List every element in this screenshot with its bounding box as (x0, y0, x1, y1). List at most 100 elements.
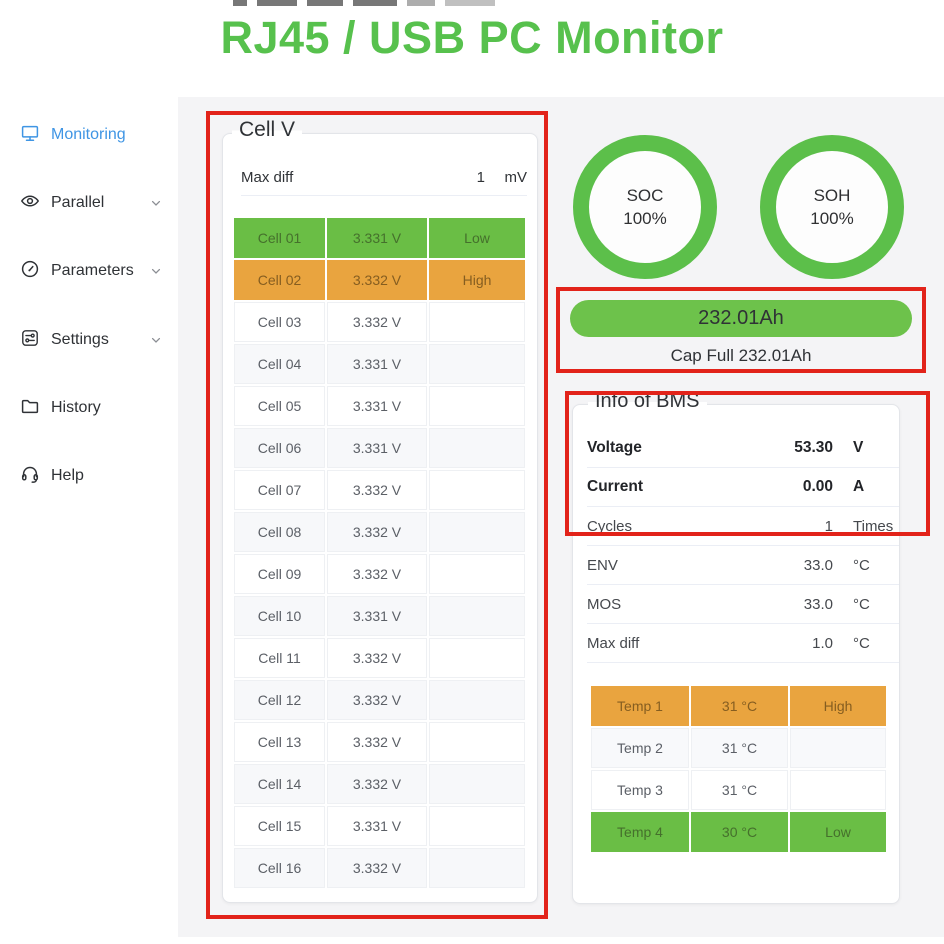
soc-gauge: SOC 100% (573, 135, 717, 279)
sidebar-item-history[interactable]: History (20, 393, 168, 423)
cell-name: Cell 02 (234, 260, 325, 300)
cell-status (429, 302, 525, 342)
sidebar-item-settings[interactable]: Settings (20, 325, 168, 355)
cell-status (429, 428, 525, 468)
temp-name: Temp 2 (591, 728, 689, 768)
sidebar-item-monitoring[interactable]: Monitoring (20, 120, 168, 150)
cell-name: Cell 10 (234, 596, 325, 636)
cell-row: Cell 16 3.332 V (234, 848, 527, 888)
cell-max-diff-unit: mV (485, 169, 527, 186)
temp-name: Temp 1 (591, 686, 689, 726)
bms-row-unit: °C (853, 557, 899, 574)
cell-row: Cell 09 3.332 V (234, 554, 527, 594)
bms-row-unit: A (853, 478, 899, 496)
cell-row: Cell 02 3.332 V High (234, 260, 527, 300)
cell-name: Cell 04 (234, 344, 325, 384)
cell-status (429, 344, 525, 384)
chevron-down-icon (150, 265, 162, 277)
temp-value: 31 °C (691, 770, 788, 810)
chevron-down-icon (150, 334, 162, 346)
cell-voltage: 3.331 V (327, 344, 427, 384)
cell-name: Cell 13 (234, 722, 325, 762)
cell-status: Low (429, 218, 525, 258)
bms-row-unit: V (853, 439, 899, 457)
temp-name: Temp 3 (591, 770, 689, 810)
cell-name: Cell 16 (234, 848, 325, 888)
gauge-icon (20, 259, 40, 284)
bms-panel-legend: Info of BMS (588, 390, 707, 413)
app-window: RJ45 / USB PC Monitor Monitoring Paralle… (0, 0, 944, 944)
chevron-down-icon (150, 197, 162, 209)
cell-status (429, 512, 525, 552)
cell-status (429, 596, 525, 636)
capacity-caption: Cap Full 232.01Ah (556, 346, 926, 366)
bms-info-row: Current 0.00 A (587, 468, 899, 507)
cell-max-diff-label: Max diff (241, 169, 293, 186)
capacity-box: 232.01Ah Cap Full 232.01Ah (556, 287, 926, 373)
cell-name: Cell 15 (234, 806, 325, 846)
bms-row-label: Cycles (587, 518, 763, 535)
cell-voltage: 3.331 V (327, 218, 427, 258)
cell-voltage: 3.332 V (327, 722, 427, 762)
soh-label: SOH (814, 186, 851, 206)
temp-row: Temp 4 30 °C Low (591, 812, 886, 852)
cell-name: Cell 03 (234, 302, 325, 342)
bms-info-rows: Voltage 53.30 V Current 0.00 A Cycles 1 … (587, 429, 899, 663)
soh-value: 100% (810, 209, 853, 229)
temp-name: Temp 4 (591, 812, 689, 852)
cell-status (429, 722, 525, 762)
cell-voltage-panel: Max diff 1 mV Cell 01 3.331 V Low Cell 0… (222, 133, 538, 903)
cell-max-diff-row: Max diff 1 mV (241, 160, 527, 196)
cell-row: Cell 06 3.331 V (234, 428, 527, 468)
cell-voltage: 3.332 V (327, 260, 427, 300)
cell-row: Cell 07 3.332 V (234, 470, 527, 510)
bms-info-row: Cycles 1 Times (587, 507, 899, 546)
capacity-caption-value: 232.01Ah (739, 346, 812, 365)
cell-name: Cell 05 (234, 386, 325, 426)
bms-row-label: Max diff (587, 635, 763, 652)
cell-name: Cell 09 (234, 554, 325, 594)
cell-row: Cell 13 3.332 V (234, 722, 527, 762)
cell-voltage: 3.332 V (327, 848, 427, 888)
cell-name: Cell 06 (234, 428, 325, 468)
sidebar-item-label: Parameters (51, 262, 134, 280)
cell-voltage: 3.331 V (327, 428, 427, 468)
cell-voltage: 3.331 V (327, 386, 427, 426)
bms-row-value: 1 (763, 518, 833, 535)
cell-panel-legend: Cell V (232, 118, 302, 142)
bms-row-unit: °C (853, 596, 899, 613)
cell-status (429, 638, 525, 678)
cell-max-diff-value: 1 (477, 169, 485, 186)
sidebar-item-label: History (51, 399, 101, 417)
cell-voltage: 3.332 V (327, 554, 427, 594)
cell-name: Cell 11 (234, 638, 325, 678)
cell-status (429, 386, 525, 426)
temp-status: High (790, 686, 886, 726)
bms-info-panel: Voltage 53.30 V Current 0.00 A Cycles 1 … (572, 404, 900, 904)
temp-value: 31 °C (691, 728, 788, 768)
temp-value: 31 °C (691, 686, 788, 726)
cell-row: Cell 01 3.331 V Low (234, 218, 527, 258)
bms-row-label: Current (587, 478, 763, 496)
cell-voltage: 3.332 V (327, 680, 427, 720)
bms-row-value: 53.30 (763, 439, 833, 457)
bms-row-value: 0.00 (763, 478, 833, 496)
soc-value: 100% (623, 209, 666, 229)
cell-voltage-table: Cell 01 3.331 V Low Cell 02 3.332 V High… (234, 218, 527, 890)
sidebar-item-parameters[interactable]: Parameters (20, 256, 168, 286)
bms-row-value: 33.0 (763, 596, 833, 613)
temp-status (790, 728, 886, 768)
bms-row-label: MOS (587, 596, 763, 613)
cell-row: Cell 04 3.331 V (234, 344, 527, 384)
capacity-pill: 232.01Ah (570, 300, 912, 337)
bms-row-unit: °C (853, 635, 899, 652)
cell-voltage: 3.332 V (327, 764, 427, 804)
temp-status: Low (790, 812, 886, 852)
cell-name: Cell 08 (234, 512, 325, 552)
bms-row-label: Voltage (587, 439, 763, 457)
sidebar-item-help[interactable]: Help (20, 461, 168, 491)
cell-status (429, 806, 525, 846)
sidebar-item-label: Help (51, 467, 84, 485)
sidebar-item-parallel[interactable]: Parallel (20, 188, 168, 218)
bms-info-row: MOS 33.0 °C (587, 585, 899, 624)
